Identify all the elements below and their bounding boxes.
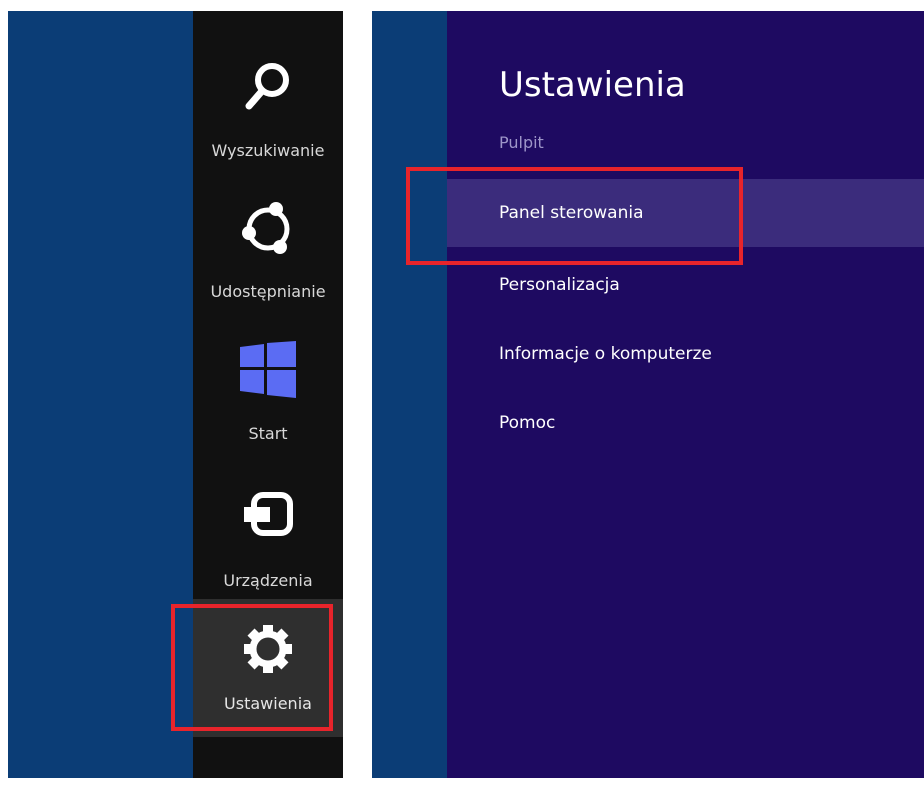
charm-settings[interactable]: Ustawienia <box>193 599 343 737</box>
menu-item-label: Panel sterowania <box>499 203 644 223</box>
charm-devices[interactable]: Urządzenia <box>193 473 343 590</box>
charm-share-label: Udostępnianie <box>210 282 326 301</box>
settings-pane: Ustawienia Pulpit Panel sterowania Perso… <box>447 11 924 778</box>
charm-share[interactable]: Udostępnianie <box>193 189 343 301</box>
charm-devices-label: Urządzenia <box>223 571 313 590</box>
settings-subtitle: Pulpit <box>499 133 544 152</box>
menu-item-control-panel[interactable]: Panel sterowania <box>447 179 924 247</box>
charm-start[interactable]: Start <box>193 331 343 443</box>
settings-screen: Ustawienia Pulpit Panel sterowania Perso… <box>372 11 924 778</box>
menu-item-label: Pomoc <box>499 413 556 433</box>
menu-item-label: Personalizacja <box>499 275 620 295</box>
menu-item-help[interactable]: Pomoc <box>447 389 924 457</box>
charm-start-label: Start <box>248 424 288 443</box>
devices-icon <box>240 491 296 541</box>
charm-search[interactable]: Wyszukiwanie <box>193 53 343 163</box>
desktop-with-charms: Wyszukiwanie Udostępnianie Start Urządze… <box>8 11 343 778</box>
charm-search-label: Wyszukiwanie <box>211 141 325 160</box>
search-icon <box>243 61 293 113</box>
settings-title: Ustawienia <box>499 65 686 105</box>
menu-item-personalization[interactable]: Personalizacja <box>447 251 924 319</box>
desktop-strip <box>372 11 447 778</box>
menu-item-label: Informacje o komputerze <box>499 344 712 364</box>
gear-icon <box>243 624 293 674</box>
charm-settings-label: Ustawienia <box>224 694 312 713</box>
share-icon <box>238 197 298 257</box>
windows-logo-icon <box>240 341 296 398</box>
menu-item-pc-info[interactable]: Informacje o komputerze <box>447 320 924 388</box>
charms-bar: Wyszukiwanie Udostępnianie Start Urządze… <box>193 11 343 778</box>
